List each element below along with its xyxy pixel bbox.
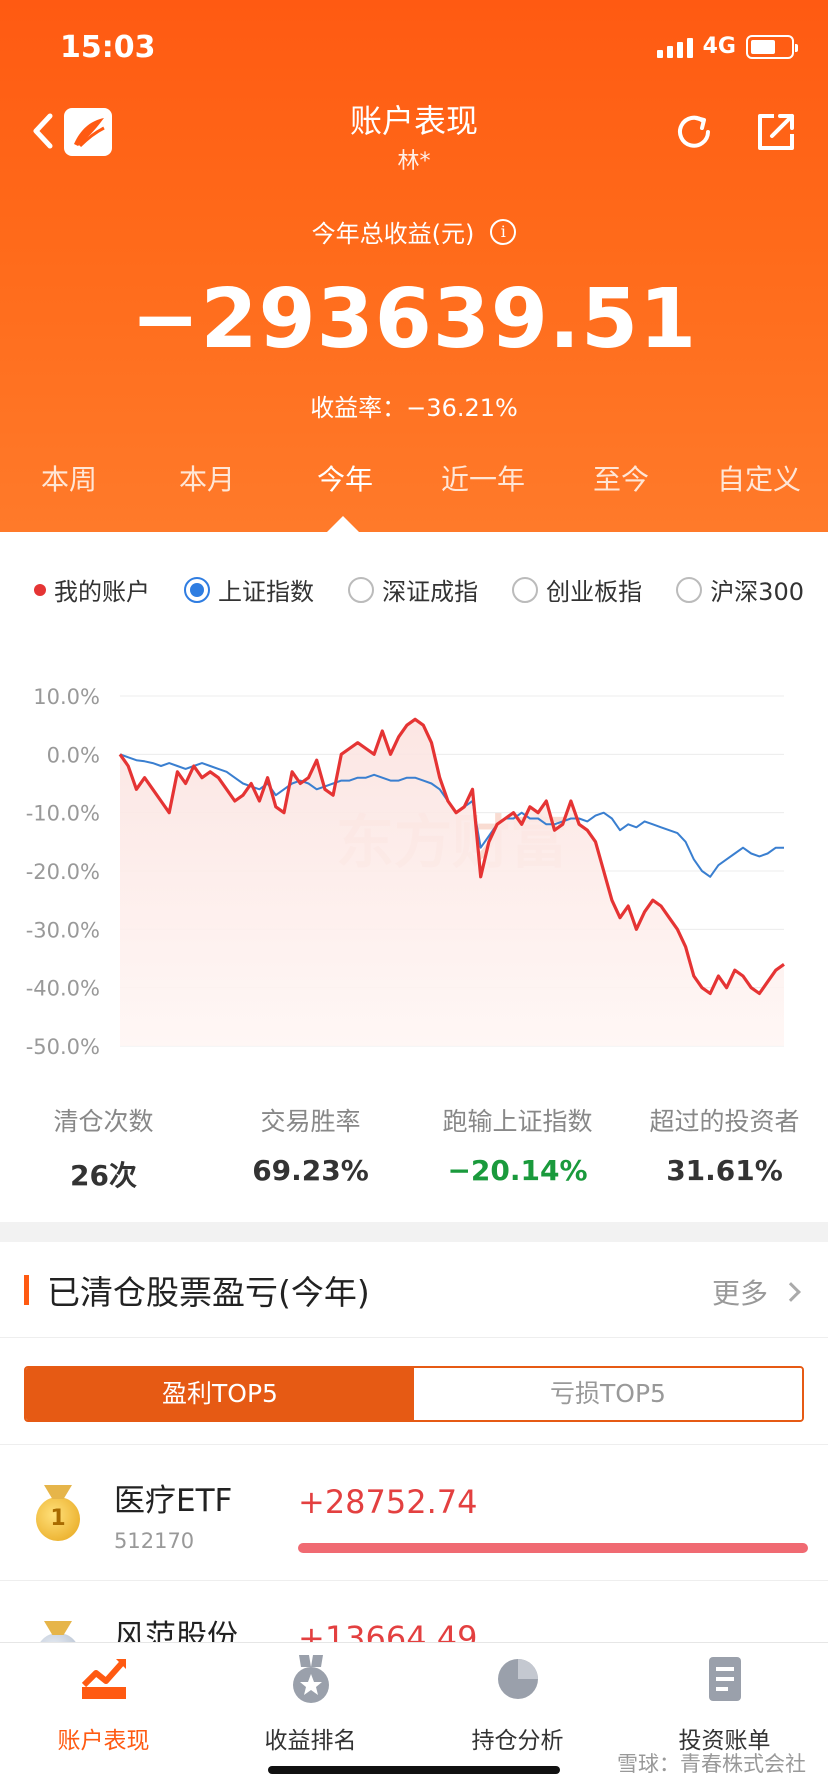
gain-bar [298,1543,808,1553]
stock-name: 医疗ETF [114,1483,233,1519]
footer-watermark: 雪球：青春株式会社 [617,1752,806,1776]
radio-unchecked-icon[interactable] [512,576,539,603]
x-tick-label: 04-14 [617,1065,678,1066]
pie-chart-icon[interactable] [492,1653,544,1705]
radio-checked-icon[interactable] [184,576,211,603]
stock-code: 512170 [114,1529,195,1553]
stat-vs-index: 跑输上证指数 −20.14% [414,1102,621,1194]
trend-chart-icon[interactable] [78,1653,130,1705]
x-tick-label: 12-31 [89,1065,150,1066]
tab-week[interactable]: 本周 [0,458,138,518]
profit-top5-button[interactable]: 盈利TOP5 [26,1368,414,1420]
battery-icon [746,34,798,59]
y-tick-label: 10.0% [33,685,100,709]
radio-chinext-label[interactable]: 创业板指 [546,572,642,607]
radio-shenzhen-index[interactable]: 深证成指 [348,572,478,607]
period-tabs: 本周 本月 今年 近一年 至今 自定义 [0,458,828,518]
gold-medal-icon: 1 [36,1497,80,1541]
tabbar-label[interactable]: 持仓分析 [414,1721,621,1755]
network-type: 4G [702,34,736,59]
radio-chinext-index[interactable]: 创业板指 [512,572,642,607]
chevron-right-icon[interactable] [781,1282,801,1302]
status-indicators: 4G [656,34,798,59]
total-return-label: 今年总收益(元) i [0,214,828,249]
radio-shenzhen-label[interactable]: 深证成指 [382,572,478,607]
section-accent-bar [24,1274,29,1305]
x-tick-label: 01-18 [177,1065,238,1066]
radio-shanghai-label[interactable]: 上证指数 [218,572,314,607]
y-tick-label: -30.0% [26,918,100,942]
share-icon[interactable] [754,110,798,154]
x-tick-label: 04-29 [705,1065,766,1066]
tab-to-date[interactable]: 至今 [552,458,690,518]
account-header: 15:03 4G 账户表现 林* 今年总收益(元) i −293639.51 收… [0,0,828,532]
y-tick-label: -20.0% [26,860,100,884]
stock-gain: +28752.74 [298,1483,478,1521]
legend-my-account: 我的账户 [34,572,150,607]
stats-row: 清仓次数 26次 交易胜率 69.23% 跑输上证指数 −20.14% 超过的投… [0,1102,828,1194]
loss-top5-button[interactable]: 亏损TOP5 [414,1368,802,1420]
section-title: 已清仓股票盈亏(今年) [47,1272,370,1312]
info-icon[interactable]: i [490,218,517,245]
more-label[interactable]: 更多 [712,1272,768,1312]
status-time: 15:03 [60,30,156,65]
more-link[interactable]: 更多 [712,1272,801,1312]
radio-csi300-index[interactable]: 沪深300 [676,572,804,607]
profit-loss-toggle: 盈利TOP5 亏损TOP5 [24,1366,804,1422]
tabbar-label[interactable]: 账户表现 [0,1721,207,1755]
legend-my-account-label: 我的账户 [54,578,150,606]
return-rate: 收益率：−36.21% [310,394,518,422]
cleared-stocks-section: 已清仓股票盈亏(今年) 更多 盈利TOP5 亏损TOP5 1 医疗ETF 512… [0,1242,828,1677]
performance-chart-card: 我的账户 上证指数 深证成指 创业板指 沪深300 东方财富10.0%0.0%-… [0,532,828,1222]
y-tick-label: -10.0% [26,802,100,826]
active-tab-indicator [327,516,359,532]
tabbar-account-performance[interactable]: 账户表现 [0,1643,207,1792]
stat-clearances: 清仓次数 26次 [0,1102,207,1194]
stat-value: 26次 [70,1159,137,1192]
tab-this-year[interactable]: 今年 [276,458,414,518]
section-header: 已清仓股票盈亏(今年) 更多 [0,1242,828,1338]
stat-label: 交易胜率 [260,1107,361,1136]
total-return-label-text: 今年总收益(元) [311,220,475,248]
x-tick-label: 03-28 [529,1065,590,1066]
medal-star-icon[interactable] [285,1653,337,1705]
radio-unchecked-icon[interactable] [676,576,703,603]
stat-beat-investors: 超过的投资者 31.61% [621,1102,828,1194]
total-return-value: −293639.51 [130,272,698,367]
y-tick-label: 0.0% [47,743,100,767]
home-indicator [268,1766,560,1774]
list-item[interactable]: 1 医疗ETF 512170 +28752.74 [0,1444,828,1580]
y-tick-label: -40.0% [26,977,100,1001]
tab-one-year[interactable]: 近一年 [414,458,552,518]
stat-label: 清仓次数 [53,1107,154,1136]
signal-icon [656,36,693,58]
stat-label: 超过的投资者 [649,1107,800,1136]
refresh-icon[interactable] [672,110,716,154]
chart-legend: 我的账户 上证指数 深证成指 创业板指 沪深300 [34,572,804,607]
stat-value: 69.23% [252,1154,369,1187]
stat-label: 跑输上证指数 [442,1107,593,1136]
radio-unchecked-icon[interactable] [348,576,375,603]
stat-win-rate: 交易胜率 69.23% [207,1102,414,1194]
x-tick-label: 02-09 [265,1065,326,1066]
stat-value: 31.61% [666,1154,783,1187]
tab-month[interactable]: 本月 [138,458,276,518]
x-tick-label: 03-11 [441,1065,502,1066]
document-list-icon[interactable] [699,1653,751,1705]
radio-csi300-label[interactable]: 沪深300 [710,572,804,607]
radio-shanghai-index[interactable]: 上证指数 [184,572,314,607]
y-tick-label: -50.0% [26,1035,100,1059]
tab-custom[interactable]: 自定义 [690,458,828,518]
stat-value: −20.14% [447,1154,588,1187]
tabbar-label[interactable]: 收益排名 [207,1721,414,1755]
return-line-chart: 东方财富10.0%0.0%-10.0%-20.0%-30.0%-40.0%-50… [26,685,785,1066]
red-dot-icon [34,583,46,596]
x-tick-label: 02-24 [353,1065,414,1066]
